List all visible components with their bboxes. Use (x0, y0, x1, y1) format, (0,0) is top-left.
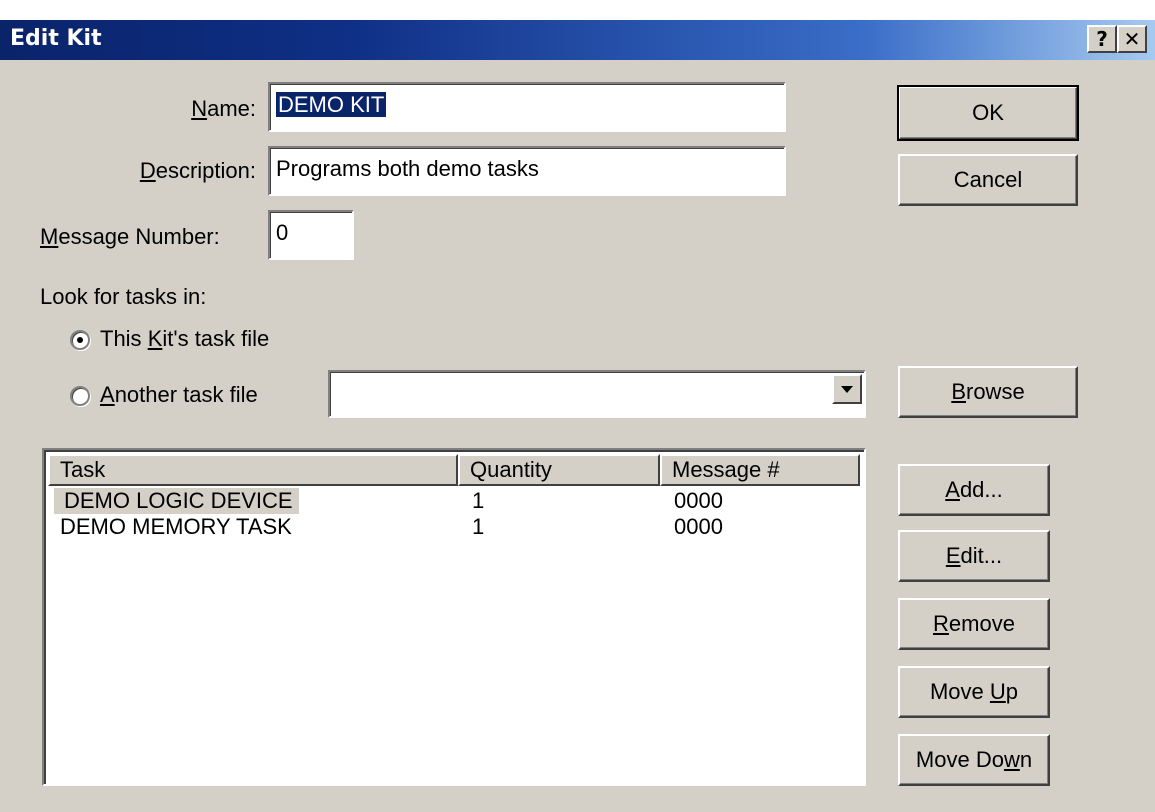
add-button[interactable]: Add... (898, 464, 1050, 516)
column-header-task[interactable]: Task (48, 454, 458, 486)
help-button[interactable]: ? (1087, 25, 1117, 53)
cancel-button[interactable]: Cancel (898, 154, 1078, 206)
move-up-button[interactable]: Move Up (898, 666, 1050, 718)
task-cell: DEMO MEMORY TASK (60, 514, 292, 539)
browse-button[interactable]: Browse (898, 366, 1078, 418)
name-field[interactable]: DEMO KIT (268, 82, 786, 132)
task-cell: DEMO LOGIC DEVICE (54, 488, 299, 514)
message-cell: 0000 (674, 488, 723, 513)
name-label: Name: (191, 96, 256, 121)
dialog-body: Name: DEMO KIT Description: Programs bot… (0, 60, 1155, 812)
name-value: DEMO KIT (276, 92, 387, 117)
description-label: Description: (139, 158, 256, 183)
edit-button[interactable]: Edit... (898, 530, 1050, 582)
task-list[interactable]: Task Quantity Message # DEMO LOGIC DEVIC… (42, 448, 866, 786)
chevron-down-icon[interactable] (832, 374, 862, 404)
ok-button[interactable]: OK (897, 85, 1079, 141)
column-header-message[interactable]: Message # (660, 454, 860, 486)
quantity-cell: 1 (472, 514, 485, 539)
quantity-cell: 1 (472, 488, 485, 513)
message-number-field[interactable]: 0 (268, 210, 354, 260)
look-for-tasks-label: Look for tasks in: (40, 284, 207, 309)
message-number-label: Message Number: (40, 224, 220, 249)
radio-another-file[interactable] (70, 386, 90, 406)
move-down-button[interactable]: Move Down (898, 734, 1050, 786)
radio-this-kit-label[interactable]: This Kit's task file (100, 326, 269, 352)
remove-button[interactable]: Remove (898, 598, 1050, 650)
radio-selected-dot (77, 337, 83, 343)
radio-another-file-label[interactable]: Another task file (100, 382, 258, 408)
radio-this-kit[interactable] (70, 330, 90, 350)
window-title: Edit Kit (10, 26, 102, 51)
column-header-quantity[interactable]: Quantity (458, 454, 660, 486)
close-button[interactable]: ✕ (1117, 25, 1147, 53)
task-file-dropdown[interactable] (328, 370, 866, 418)
message-cell: 0000 (674, 514, 723, 539)
title-bar: Edit Kit ? ✕ (0, 20, 1155, 60)
description-field[interactable]: Programs both demo tasks (268, 146, 786, 196)
